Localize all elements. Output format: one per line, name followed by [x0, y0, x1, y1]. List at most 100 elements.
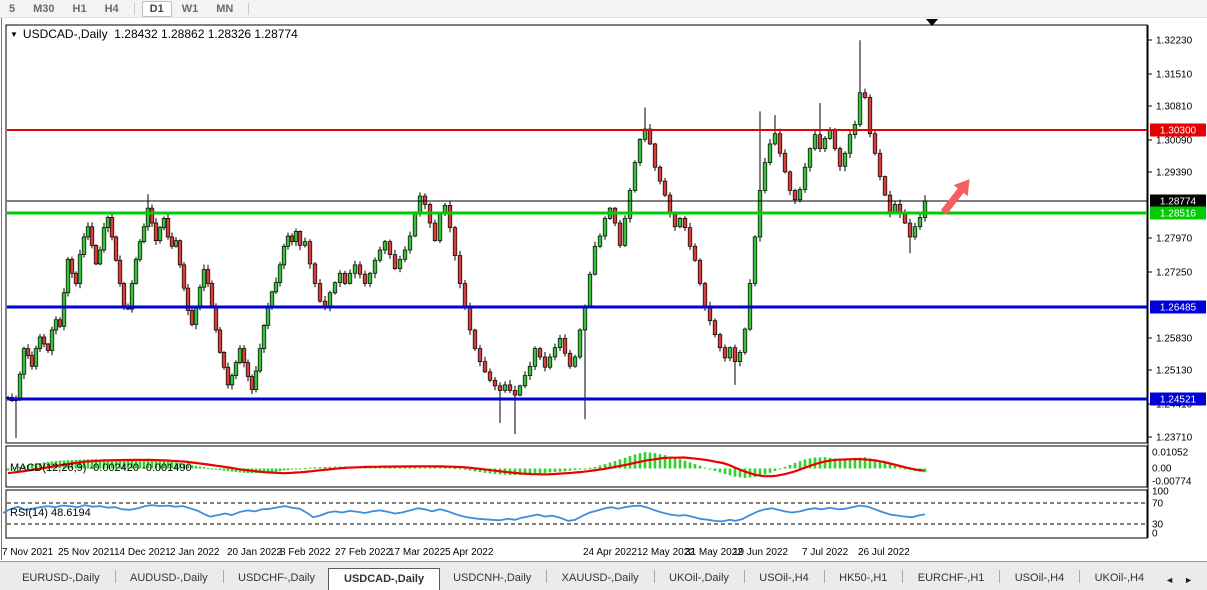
candle-body	[513, 390, 517, 395]
candle-body	[833, 130, 837, 149]
candle-body	[793, 190, 797, 199]
tab-usdchf-2[interactable]: USDCHF-,Daily	[225, 569, 328, 589]
chart-canvas[interactable]: 1.322301.315101.308101.300901.293901.279…	[0, 17, 1207, 561]
tab-eurusd-0[interactable]: EURUSD-,Daily	[9, 569, 113, 589]
candle-body	[473, 330, 477, 349]
candle-body	[170, 237, 174, 246]
candle-body	[22, 349, 26, 375]
candle-body	[678, 218, 682, 226]
candle-body	[558, 338, 562, 347]
macd-values: -0.002420 -0.001490	[89, 462, 191, 474]
candle-body	[270, 292, 274, 307]
timeframe-button-5[interactable]: 5	[1, 1, 23, 17]
macd-histogram-bar	[544, 469, 547, 473]
macd-histogram-bar	[304, 468, 307, 469]
timeframe-button-h1[interactable]: H1	[65, 1, 95, 17]
macd-histogram-bar	[569, 469, 572, 471]
candle-body	[413, 214, 417, 236]
candle-body	[333, 283, 337, 293]
candle-body	[26, 349, 30, 356]
candle-body	[723, 348, 727, 358]
rsi-axis-label: 70	[1152, 499, 1164, 510]
macd-histogram-bar	[714, 469, 717, 472]
candle-body	[294, 231, 298, 241]
macd-histogram-bar	[559, 469, 562, 472]
tab-usdcad-3[interactable]: USDCAD-,Daily	[328, 568, 440, 590]
price-tick-label: 1.27970	[1156, 234, 1193, 245]
breakout-arrow-annotation[interactable]	[942, 180, 970, 214]
timeframe-button-mn[interactable]: MN	[208, 1, 241, 17]
candle-body	[50, 330, 54, 350]
timeframe-button-h4[interactable]: H4	[97, 1, 127, 17]
tab-scroll-left-icon[interactable]: ◄	[1165, 575, 1174, 585]
macd-histogram-bar	[579, 469, 582, 470]
candle-body	[303, 242, 307, 246]
candle-body	[222, 352, 226, 367]
candle-body	[210, 283, 214, 305]
candle-body	[623, 218, 627, 245]
tab-eurchf-9[interactable]: EURCHF-,H1	[905, 569, 998, 589]
candle-body	[683, 218, 687, 227]
timeframe-button-w1[interactable]: W1	[174, 1, 207, 17]
rsi-axis-label: 100	[1152, 487, 1169, 498]
tab-ukoil-6[interactable]: UKOil-,Daily	[656, 569, 742, 589]
price-badge-label: 1.24521	[1160, 395, 1197, 406]
tab-audusd-1[interactable]: AUDUSD-,Daily	[117, 569, 221, 589]
candle-body	[363, 274, 367, 283]
macd-histogram-bar	[689, 462, 692, 468]
rsi-panel[interactable]: 10070300	[3, 487, 1169, 540]
tab-usoil-7[interactable]: USOil-,H4	[746, 569, 822, 589]
macd-histogram-bar	[291, 469, 294, 470]
timeframe-button-m30[interactable]: M30	[25, 1, 62, 17]
macd-histogram-bar	[589, 468, 592, 469]
candle-body	[238, 349, 242, 363]
date-axis[interactable]: 7 Nov 202125 Nov 202114 Dec 20212 Jan 20…	[2, 547, 910, 558]
tab-usoil-10[interactable]: USOil-,H4	[1002, 569, 1078, 589]
candle-body	[598, 236, 602, 246]
candle-body	[468, 307, 472, 330]
macd-histogram-bar	[207, 468, 210, 469]
tab-hk50-8[interactable]: HK50-,H1	[826, 569, 900, 589]
tab-usdcnh-4[interactable]: USDCNH-,Daily	[440, 569, 544, 589]
macd-histogram-bar	[634, 454, 637, 468]
tab-ukoil-11[interactable]: UKOil-,H4	[1082, 569, 1158, 589]
date-label: 26 Jul 2022	[858, 547, 910, 558]
candle-body	[888, 195, 892, 213]
candle-body	[573, 357, 577, 366]
macd-histogram-bar	[789, 465, 792, 469]
candle-body	[613, 208, 617, 223]
candle-body	[226, 367, 230, 385]
candle-body	[803, 167, 807, 189]
macd-histogram-bar	[734, 469, 737, 477]
candle-body	[130, 283, 134, 309]
candle-body	[903, 214, 907, 223]
candle-body	[588, 274, 592, 306]
toolbar-separator	[248, 3, 249, 15]
tab-scroll-right-icon[interactable]: ►	[1184, 575, 1193, 585]
macd-histogram-bar	[694, 464, 697, 468]
price-tick-label: 1.32230	[1156, 36, 1193, 47]
price-axis[interactable]: 1.322301.315101.308101.300901.293901.279…	[1148, 36, 1206, 444]
dropdown-triangle-icon[interactable]: ▼	[10, 30, 18, 39]
candle-body	[728, 348, 732, 358]
date-label: 8 Feb 2022	[280, 547, 331, 558]
candle-body	[94, 245, 98, 264]
tab-xauusd-5[interactable]: XAUUSD-,Daily	[549, 569, 652, 589]
candle-body	[206, 270, 210, 284]
rsi-value: 48.6194	[51, 507, 91, 519]
candle-body	[773, 134, 777, 144]
chart-ohlc-values: 1.28432 1.28862 1.28326 1.28774	[114, 27, 298, 41]
macd-histogram-bar	[227, 469, 230, 472]
candle-body	[246, 363, 250, 377]
macd-histogram-bar	[219, 469, 222, 471]
candle-body	[82, 237, 86, 255]
candle-body	[313, 264, 317, 284]
candle-body	[106, 217, 110, 227]
timeframe-button-d1[interactable]: D1	[142, 1, 172, 17]
macd-histogram-bar	[659, 454, 662, 468]
candle-body	[110, 217, 114, 237]
candle-body	[633, 163, 637, 191]
candle-body	[488, 372, 492, 380]
candle-body	[843, 153, 847, 166]
macd-histogram-bar	[459, 469, 462, 470]
